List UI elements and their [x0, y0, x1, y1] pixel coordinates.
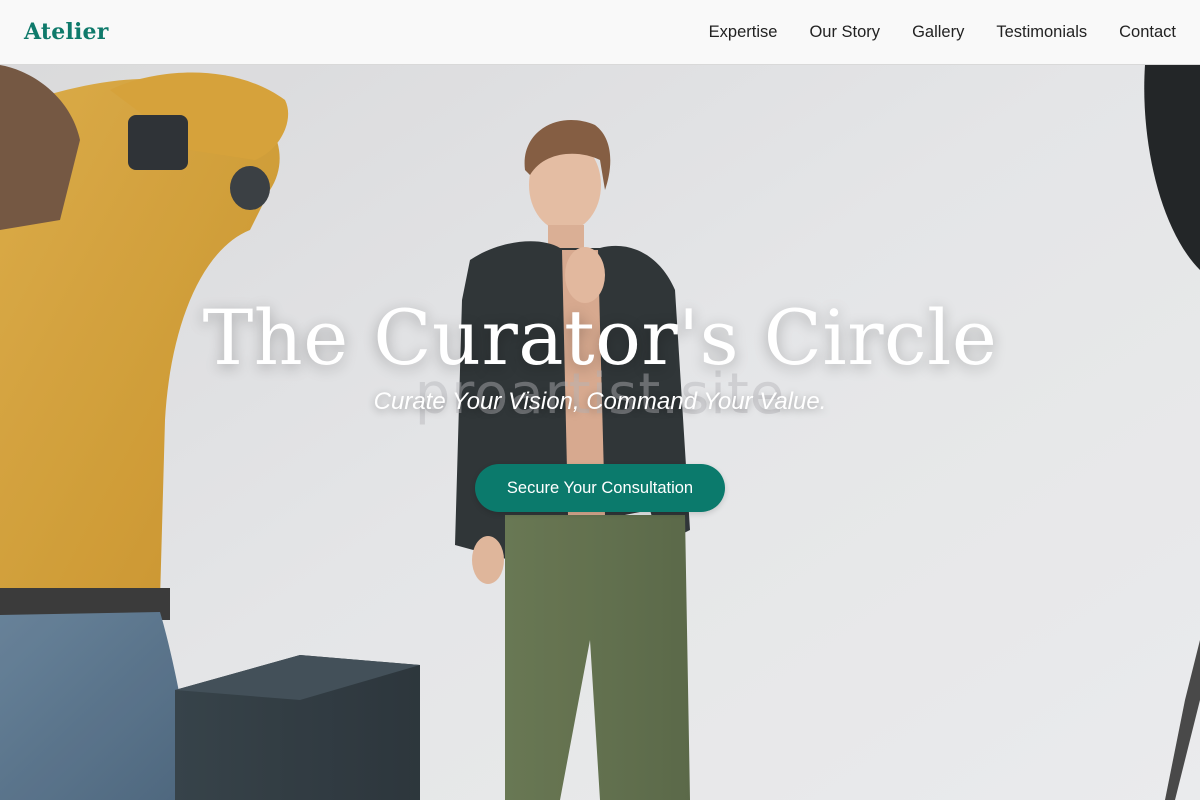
nav-link-expertise[interactable]: Expertise [709, 23, 778, 42]
hero-content: The Curator's Circle Curate Your Vision,… [0, 290, 1200, 512]
nav-link-testimonials[interactable]: Testimonials [996, 23, 1087, 42]
secure-consultation-button[interactable]: Secure Your Consultation [474, 464, 726, 512]
nav-link-gallery[interactable]: Gallery [912, 23, 964, 42]
hero-title: The Curator's Circle [202, 293, 998, 382]
nav-link-our-story[interactable]: Our Story [809, 23, 880, 42]
top-navbar: Atelier Expertise Our Story Gallery Test… [0, 0, 1200, 65]
brand-logo[interactable]: Atelier [24, 19, 109, 45]
nav-link-contact[interactable]: Contact [1119, 23, 1176, 42]
nav-links: Expertise Our Story Gallery Testimonials… [709, 23, 1176, 42]
hero-subtitle: Curate Your Vision, Command Your Value. [373, 388, 827, 415]
